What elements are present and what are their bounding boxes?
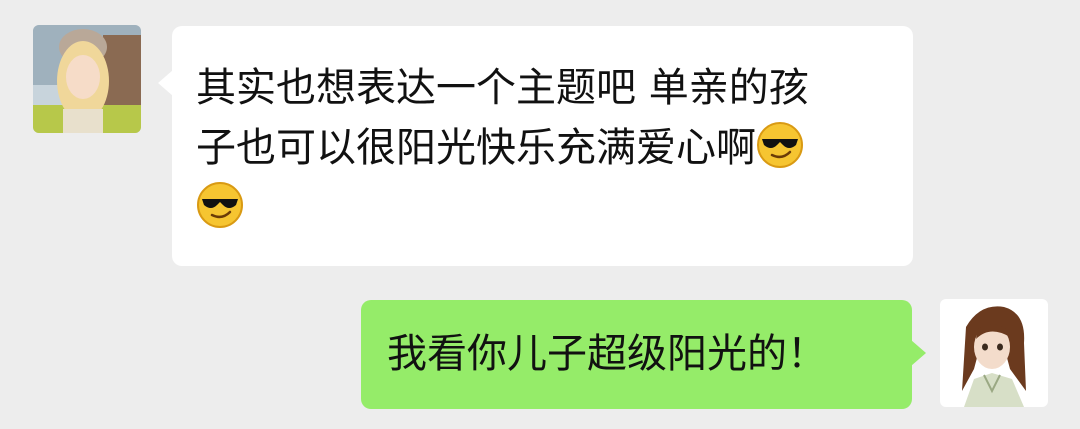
my-avatar[interactable] <box>940 299 1048 407</box>
outgoing-message-text: 我看你儿子超级阳光的！ <box>387 331 827 377</box>
incoming-message-text: 其实也想表达一个主题吧 单亲的孩 子也可以很阳光快乐充满爱心啊 <box>196 58 896 238</box>
cool-sunglasses-emoji-icon <box>196 181 244 229</box>
message-line-2: 子也可以很阳光快乐充满爱心啊 <box>196 125 756 171</box>
message-line-1: 其实也想表达一个主题吧 单亲的孩 <box>196 65 809 111</box>
cool-sunglasses-emoji-icon <box>756 121 804 169</box>
outgoing-message-bubble[interactable]: 我看你儿子超级阳光的！ <box>361 300 926 409</box>
sender-avatar[interactable] <box>33 25 141 133</box>
incoming-message-bubble[interactable]: 其实也想表达一个主题吧 单亲的孩 子也可以很阳光快乐充满爱心啊 <box>158 26 913 266</box>
chat-window: 其实也想表达一个主题吧 单亲的孩 子也可以很阳光快乐充满爱心啊 我看你儿子超级阳… <box>0 0 1080 429</box>
